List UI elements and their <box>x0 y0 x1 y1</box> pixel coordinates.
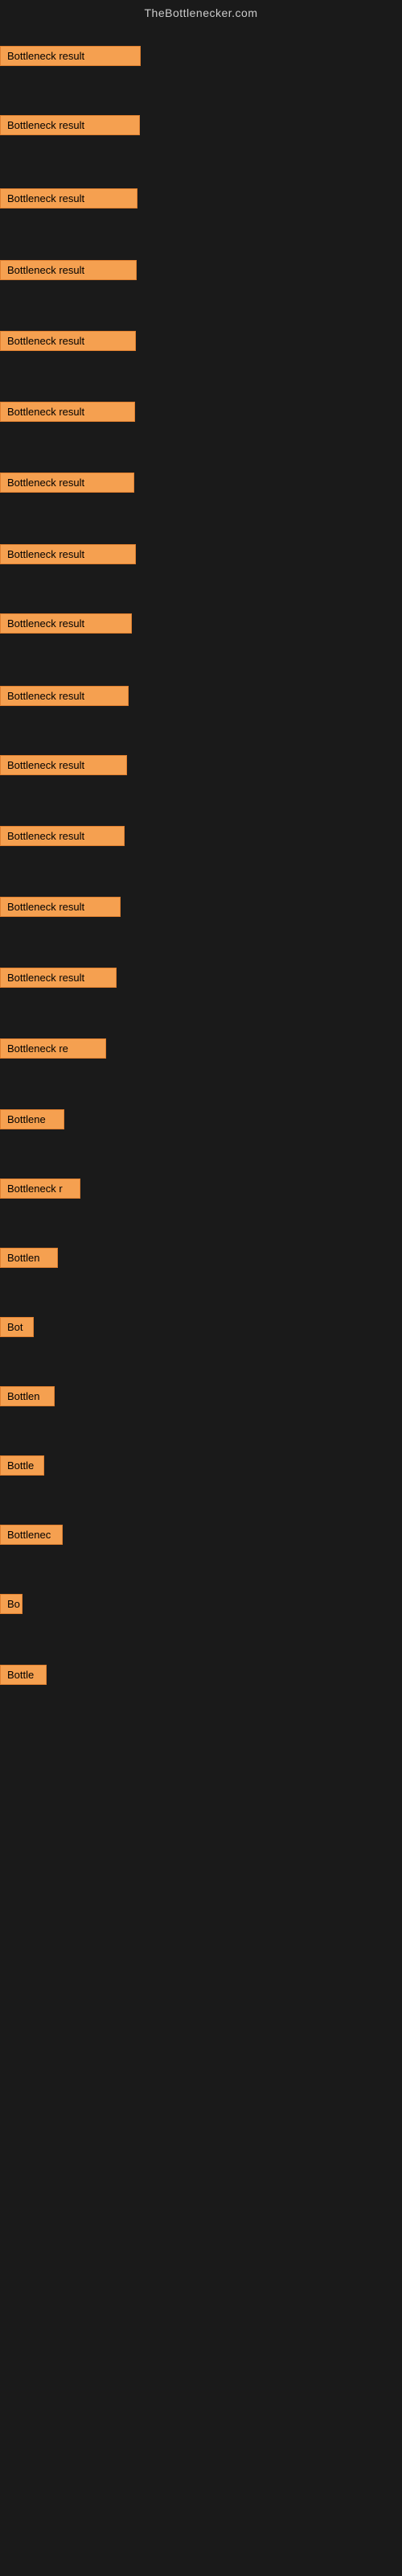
bottleneck-result-item[interactable]: Bottleneck result <box>0 613 132 634</box>
bottleneck-result-item[interactable]: Bot <box>0 1317 34 1337</box>
bottleneck-result-item[interactable]: Bottleneck r <box>0 1179 80 1199</box>
site-title: TheBottlenecker.com <box>0 0 402 26</box>
bottleneck-result-item[interactable]: Bottle <box>0 1665 47 1685</box>
bottleneck-result-item[interactable]: Bottlen <box>0 1248 58 1268</box>
bottleneck-result-item[interactable]: Bottleneck result <box>0 968 117 988</box>
bottleneck-result-item[interactable]: Bo <box>0 1594 23 1614</box>
bottleneck-result-item[interactable]: Bottlen <box>0 1386 55 1406</box>
bottleneck-result-item[interactable]: Bottleneck re <box>0 1038 106 1059</box>
bottleneck-result-item[interactable]: Bottleneck result <box>0 331 136 351</box>
bottleneck-result-item[interactable]: Bottle <box>0 1455 44 1476</box>
bottleneck-result-item[interactable]: Bottlenec <box>0 1525 63 1545</box>
bottleneck-result-item[interactable]: Bottleneck result <box>0 46 141 66</box>
bottleneck-result-item[interactable]: Bottleneck result <box>0 402 135 422</box>
bottleneck-result-item[interactable]: Bottleneck result <box>0 897 121 917</box>
bottleneck-result-item[interactable]: Bottleneck result <box>0 686 129 706</box>
bottleneck-result-item[interactable]: Bottleneck result <box>0 755 127 775</box>
bottleneck-result-item[interactable]: Bottleneck result <box>0 544 136 564</box>
bottleneck-result-item[interactable]: Bottleneck result <box>0 260 137 280</box>
bottleneck-result-item[interactable]: Bottlene <box>0 1109 64 1129</box>
bottleneck-result-item[interactable]: Bottleneck result <box>0 115 140 135</box>
bottleneck-result-item[interactable]: Bottleneck result <box>0 826 125 846</box>
bottleneck-result-item[interactable]: Bottleneck result <box>0 188 137 208</box>
bottleneck-result-item[interactable]: Bottleneck result <box>0 473 134 493</box>
